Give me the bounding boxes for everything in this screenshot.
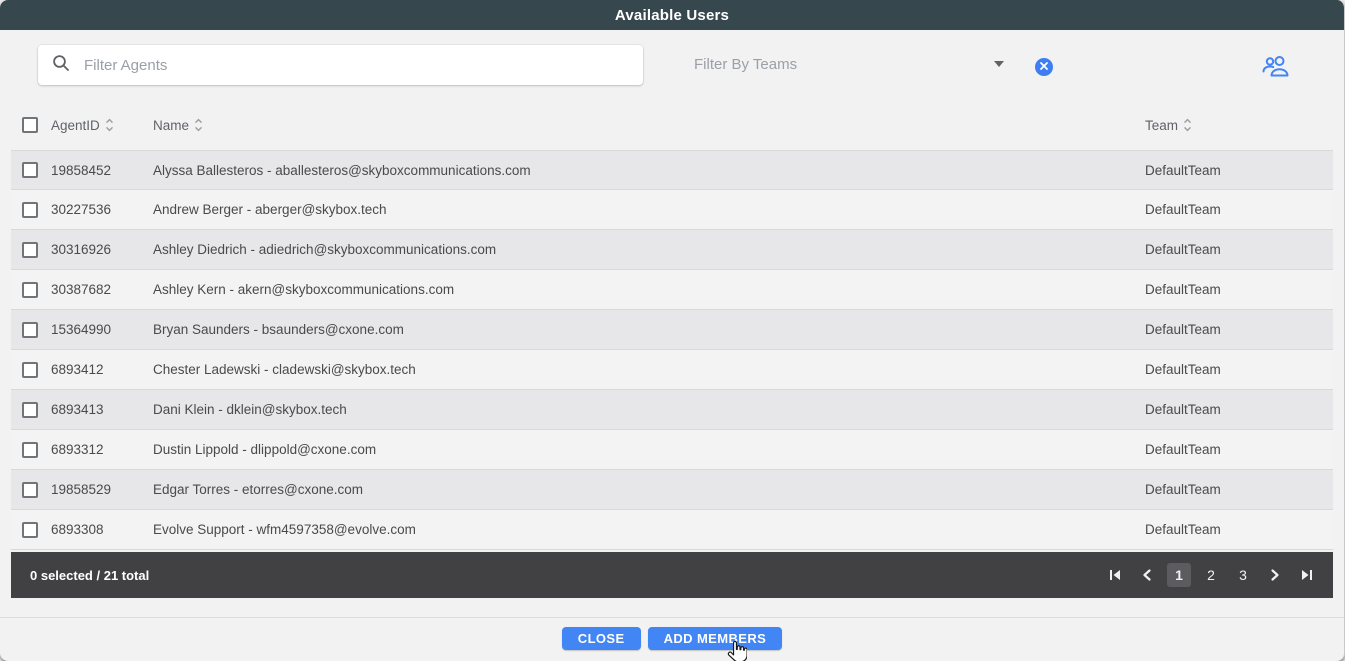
clear-teams-filter-button[interactable] <box>1035 58 1053 76</box>
agent-name-cell: Alyssa Ballesteros - aballesteros@skybox… <box>153 163 1145 178</box>
table-row[interactable]: 6893413 Dani Klein - dklein@skybox.tech … <box>11 390 1333 430</box>
agent-name-cell: Edgar Torres - etorres@cxone.com <box>153 482 1145 497</box>
table-row[interactable]: 6893312 Dustin Lippold - dlippold@cxone.… <box>11 430 1333 470</box>
column-header-agentid[interactable]: AgentID <box>51 118 114 133</box>
last-page-button[interactable] <box>1295 563 1319 587</box>
page-button-3[interactable]: 3 <box>1231 563 1255 587</box>
agent-id-cell: 30227536 <box>51 202 153 217</box>
agent-name-cell: Ashley Kern - akern@skyboxcommunications… <box>153 282 1145 297</box>
next-page-button[interactable] <box>1263 563 1287 587</box>
available-users-table: AgentID Name <box>11 100 1333 550</box>
agent-id-cell: 6893312 <box>51 442 153 457</box>
row-checkbox[interactable] <box>22 242 38 258</box>
team-cell: DefaultTeam <box>1145 442 1333 457</box>
team-cell: DefaultTeam <box>1145 522 1333 537</box>
row-checkbox[interactable] <box>22 362 38 378</box>
sort-icon <box>105 118 114 132</box>
team-cell: DefaultTeam <box>1145 163 1333 178</box>
row-checkbox[interactable] <box>22 442 38 458</box>
table-body: 19858452 Alyssa Ballesteros - aballester… <box>11 150 1333 550</box>
team-cell: DefaultTeam <box>1145 202 1333 217</box>
column-header-team[interactable]: Team <box>1145 118 1192 133</box>
agent-name-cell: Dani Klein - dklein@skybox.tech <box>153 402 1145 417</box>
people-group-icon[interactable] <box>1261 53 1291 81</box>
agent-name-cell: Chester Ladewski - cladewski@skybox.tech <box>153 362 1145 377</box>
search-icon <box>52 54 70 77</box>
row-checkbox[interactable] <box>22 162 38 178</box>
dialog-title: Available Users <box>615 7 729 24</box>
page-button-1[interactable]: 1 <box>1167 563 1191 587</box>
pagination: 123 <box>1103 563 1319 587</box>
table-row[interactable]: 19858529 Edgar Torres - etorres@cxone.co… <box>11 470 1333 510</box>
previous-page-button[interactable] <box>1135 563 1159 587</box>
team-cell: DefaultTeam <box>1145 402 1333 417</box>
dialog-actions-area: CLOSE ADD MEMBERS <box>0 598 1344 661</box>
selection-footer-bar: 0 selected / 21 total 123 <box>11 552 1333 598</box>
team-cell: DefaultTeam <box>1145 362 1333 377</box>
table-header-row: AgentID Name <box>11 100 1333 150</box>
table-row[interactable]: 30227536 Andrew Berger - aberger@skybox.… <box>11 190 1333 230</box>
agent-id-cell: 6893413 <box>51 402 153 417</box>
table-row[interactable]: 15364990 Bryan Saunders - bsaunders@cxon… <box>11 310 1333 350</box>
table-row[interactable]: 6893412 Chester Ladewski - cladewski@sky… <box>11 350 1333 390</box>
chevron-down-icon <box>994 61 1004 67</box>
row-checkbox[interactable] <box>22 202 38 218</box>
agent-filter-box <box>38 45 643 85</box>
agent-id-cell: 30387682 <box>51 282 153 297</box>
select-all-checkbox[interactable] <box>22 117 38 133</box>
agent-name-cell: Dustin Lippold - dlippold@cxone.com <box>153 442 1145 457</box>
page-button-2[interactable]: 2 <box>1199 563 1223 587</box>
agent-name-cell: Ashley Diedrich - adiedrich@skyboxcommun… <box>153 242 1145 257</box>
team-cell: DefaultTeam <box>1145 322 1333 337</box>
row-checkbox[interactable] <box>22 522 38 538</box>
agent-filter-input[interactable] <box>84 57 629 74</box>
agent-name-cell: Bryan Saunders - bsaunders@cxone.com <box>153 322 1145 337</box>
close-button[interactable]: CLOSE <box>562 627 641 650</box>
team-cell: DefaultTeam <box>1145 482 1333 497</box>
add-members-button[interactable]: ADD MEMBERS <box>648 627 783 650</box>
sort-icon <box>1183 118 1192 132</box>
table-row[interactable]: 30316926 Ashley Diedrich - adiedrich@sky… <box>11 230 1333 270</box>
agent-name-cell: Andrew Berger - aberger@skybox.tech <box>153 202 1145 217</box>
row-checkbox[interactable] <box>22 482 38 498</box>
agent-name-cell: Evolve Support - wfm4597358@evolve.com <box>153 522 1145 537</box>
agent-id-cell: 19858452 <box>51 163 153 178</box>
first-page-button[interactable] <box>1103 563 1127 587</box>
agent-id-cell: 15364990 <box>51 322 153 337</box>
teams-filter-placeholder: Filter By Teams <box>694 56 797 73</box>
agent-id-cell: 30316926 <box>51 242 153 257</box>
row-checkbox[interactable] <box>22 282 38 298</box>
agent-id-cell: 6893308 <box>51 522 153 537</box>
agent-id-cell: 19858529 <box>51 482 153 497</box>
team-cell: DefaultTeam <box>1145 282 1333 297</box>
selection-summary: 0 selected / 21 total <box>30 568 149 583</box>
row-checkbox[interactable] <box>22 402 38 418</box>
table-row[interactable]: 19858452 Alyssa Ballesteros - aballester… <box>11 150 1333 190</box>
dialog-titlebar: Available Users <box>0 0 1344 30</box>
agent-id-cell: 6893412 <box>51 362 153 377</box>
table-row[interactable]: 6893308 Evolve Support - wfm4597358@evol… <box>11 510 1333 550</box>
teams-filter-select[interactable]: Filter By Teams <box>694 43 1010 85</box>
row-checkbox[interactable] <box>22 322 38 338</box>
sort-icon <box>194 118 203 132</box>
team-cell: DefaultTeam <box>1145 242 1333 257</box>
column-header-name[interactable]: Name <box>153 118 203 133</box>
available-users-dialog: Available Users Filter By Teams <box>0 0 1345 661</box>
table-row[interactable]: 30387682 Ashley Kern - akern@skyboxcommu… <box>11 270 1333 310</box>
divider <box>0 617 1344 618</box>
circle-x-icon <box>1039 58 1049 76</box>
filters-toolbar: Filter By Teams <box>0 30 1344 100</box>
